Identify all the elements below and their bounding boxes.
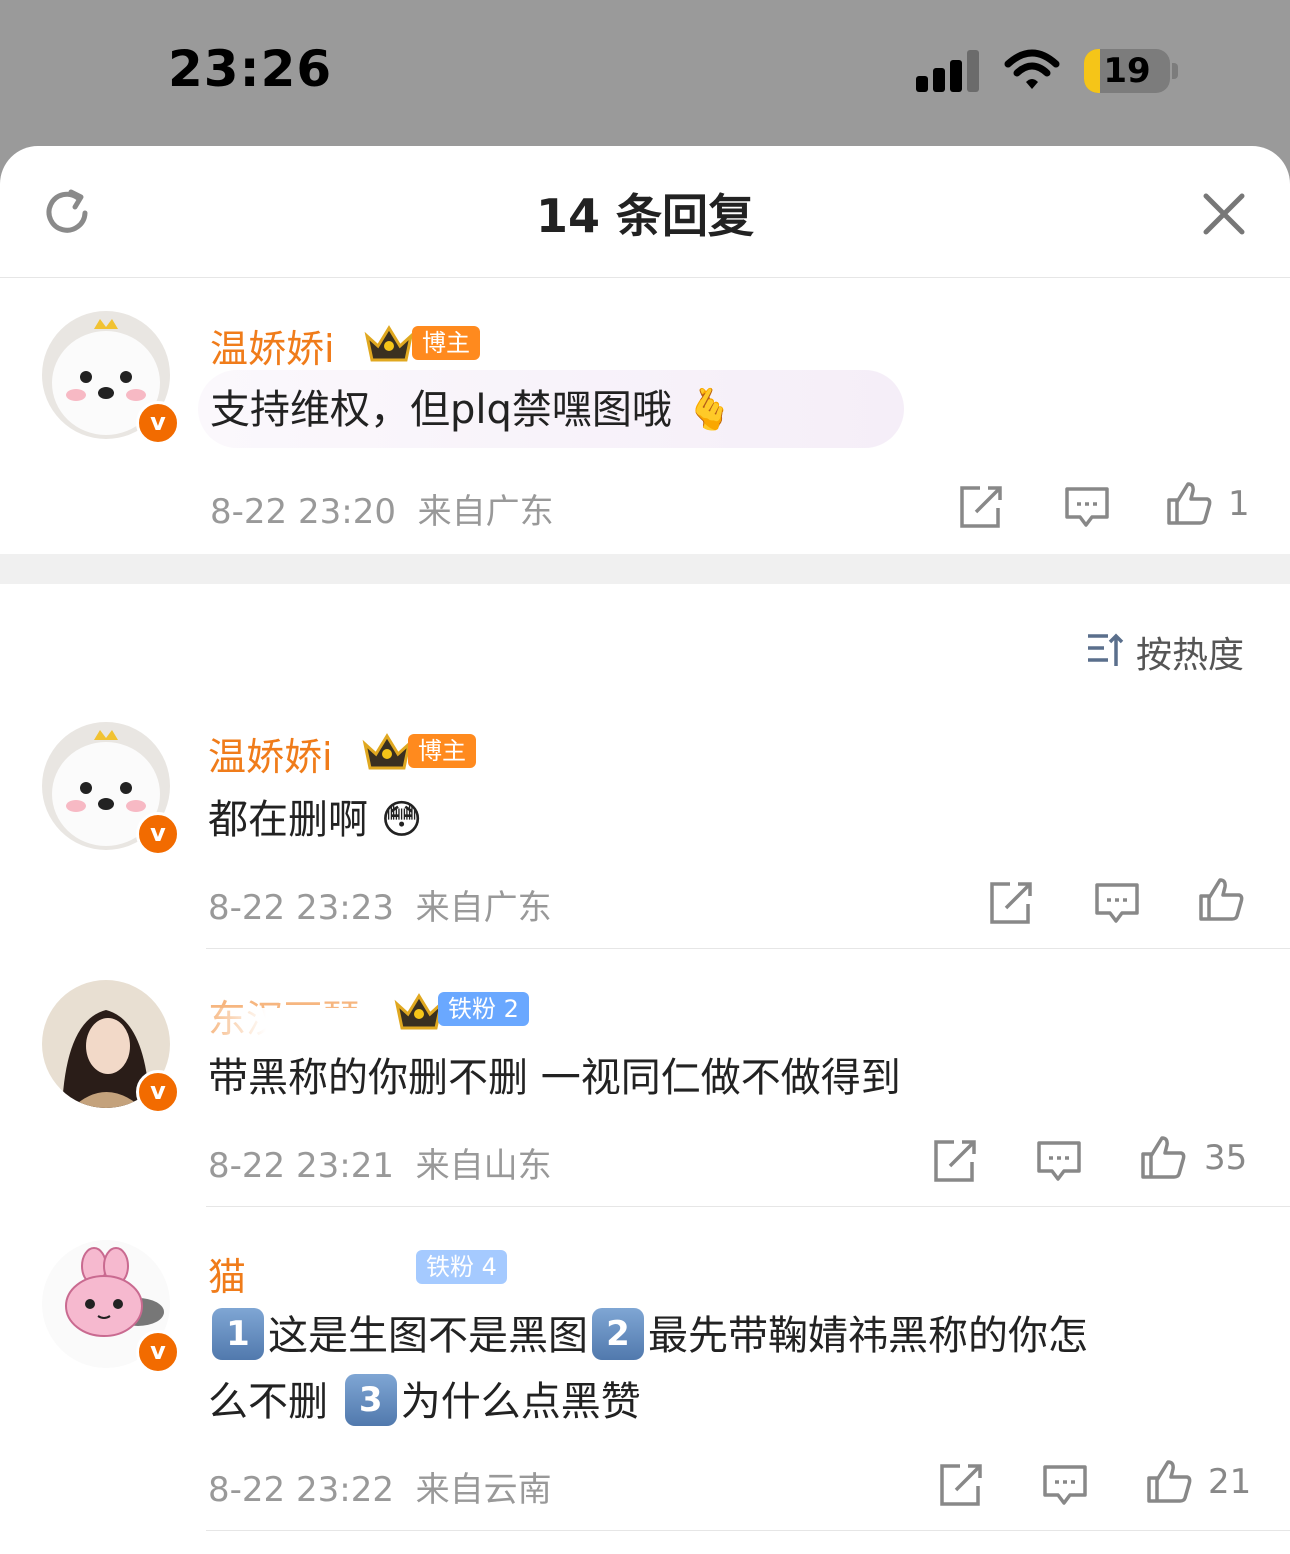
- crown-icon: [362, 733, 412, 770]
- comment-icon[interactable]: [1064, 484, 1110, 530]
- avatar[interactable]: v: [42, 1240, 180, 1374]
- like-count: 35: [1204, 1138, 1248, 1178]
- status-time: 23:26: [168, 40, 333, 98]
- share-icon[interactable]: [932, 1138, 978, 1184]
- comment-meta: 8-22 23:21 来自山东: [208, 1138, 552, 1187]
- username[interactable]: 猫: [208, 1246, 246, 1301]
- emoji: 😳: [380, 797, 423, 843]
- keycap-1-icon: 1: [212, 1308, 264, 1360]
- verified-v-icon: v: [136, 812, 180, 856]
- crown-icon: [394, 993, 444, 1030]
- verified-v-icon: v: [136, 1070, 180, 1114]
- comment-text: 1 这是生图不是黑图 2 最先带鞠婧祎黑称的你怎: [208, 1304, 1088, 1368]
- share-icon[interactable]: [938, 1462, 984, 1508]
- comment-date: 8-22 23:22: [208, 1470, 394, 1510]
- comment-icon[interactable]: [1042, 1462, 1088, 1508]
- close-icon[interactable]: [1200, 190, 1248, 238]
- section-separator: [0, 554, 1290, 584]
- divider: [206, 948, 1290, 949]
- keycap-2-icon: 2: [592, 1308, 644, 1360]
- comment-meta: 8-22 23:23 来自广东: [208, 880, 552, 929]
- fan-badge: 铁粉 2: [438, 992, 529, 1026]
- like-count: 1: [1228, 484, 1250, 524]
- verified-v-icon: v: [136, 401, 180, 445]
- divider: [206, 1206, 1290, 1207]
- comment-icon[interactable]: [1094, 880, 1140, 926]
- comment-text-line-2: 么不删 3 为什么点黑赞: [208, 1370, 641, 1434]
- sort-icon[interactable]: [1086, 632, 1126, 668]
- share-icon[interactable]: [958, 484, 1004, 530]
- comment-location: 来自山东: [415, 1146, 552, 1186]
- status-bar: 23:26 19: [0, 0, 1290, 148]
- thumbs-up-icon[interactable]: [1198, 876, 1244, 922]
- thumbs-up-icon[interactable]: [1166, 480, 1212, 526]
- comment-meta: 8-22 23:20 来自广东: [210, 484, 554, 533]
- comment-text: 都在删啊 😳: [208, 797, 423, 843]
- fan-badge: 铁粉 4: [416, 1250, 507, 1284]
- avatar[interactable]: v: [42, 311, 180, 445]
- divider: [206, 1530, 1290, 1531]
- thumbs-up-icon[interactable]: [1146, 1458, 1192, 1504]
- wifi-icon: [1004, 49, 1060, 89]
- share-icon[interactable]: [988, 880, 1034, 926]
- battery-percent: 19: [1103, 51, 1151, 91]
- comment-date: 8-22 23:20: [210, 492, 396, 532]
- keycap-3-icon: 3: [344, 1374, 397, 1426]
- thumbs-up-icon[interactable]: [1140, 1134, 1186, 1180]
- comment-meta: 8-22 23:22 来自云南: [208, 1462, 552, 1511]
- comment-date: 8-22 23:23: [208, 888, 394, 928]
- name-redaction: [206, 1008, 406, 1042]
- role-badge: 博主: [408, 734, 476, 768]
- comment-text: 带黑称的你删不删 一视同仁做不做得到: [208, 1055, 901, 1101]
- avatar[interactable]: v: [42, 980, 180, 1114]
- sort-by-heat-button[interactable]: 按热度: [1136, 626, 1244, 678]
- verified-v-icon: v: [136, 1330, 180, 1374]
- sheet-header: 14 条回复: [0, 146, 1290, 278]
- replies-sheet: 14 条回复 v 温娇娇i 博主 支持维权，但plq禁嘿图哦 🫰 8-22 23…: [0, 146, 1290, 1554]
- emoji: 🫰: [684, 387, 735, 433]
- avatar[interactable]: v: [42, 722, 180, 856]
- comment-location: 来自广东: [415, 888, 552, 928]
- comment-text: 支持维权，但plq禁嘿图哦 🫰: [210, 387, 735, 433]
- username[interactable]: 温娇娇i: [210, 318, 335, 373]
- cellular-signal-icon: [916, 50, 979, 92]
- comment-location: 来自广东: [417, 492, 554, 532]
- like-count: 21: [1208, 1462, 1252, 1502]
- role-badge: 博主: [412, 326, 480, 360]
- comment-icon[interactable]: [1036, 1138, 1082, 1184]
- crown-icon: [364, 325, 414, 362]
- comment-location: 来自云南: [415, 1470, 552, 1510]
- username[interactable]: 温娇娇i: [208, 726, 333, 781]
- comment-date: 8-22 23:21: [208, 1146, 394, 1186]
- battery-indicator: 19: [1084, 49, 1178, 93]
- sheet-title: 14 条回复: [535, 189, 755, 243]
